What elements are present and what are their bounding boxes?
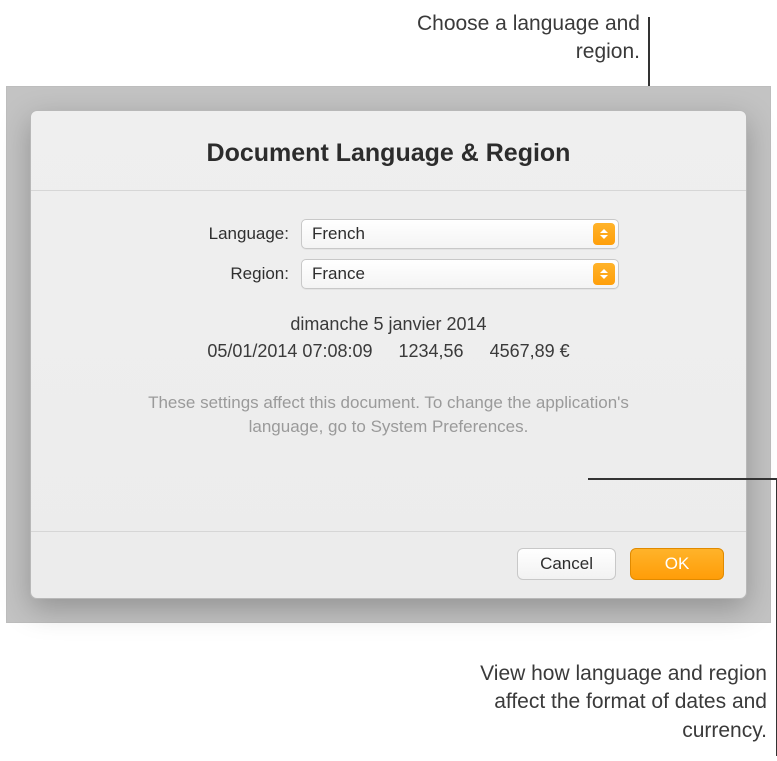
region-label: Region: — [71, 264, 301, 284]
callout-line — [588, 478, 777, 480]
screenshot-frame: Document Language & Region Language: Fre… — [6, 86, 771, 623]
callout-language-region: Choose a language and region. — [360, 10, 640, 67]
updown-chevron-icon — [593, 223, 615, 245]
language-select[interactable]: French — [301, 219, 619, 249]
callout-format-preview: View how language and region affect the … — [477, 660, 767, 745]
preview-number: 1234,56 — [399, 338, 464, 365]
language-row: Language: French — [71, 219, 706, 249]
ok-button[interactable]: OK — [630, 548, 724, 580]
dialog-content: Language: French Region: France dimanche… — [31, 191, 746, 531]
cancel-button[interactable]: Cancel — [517, 548, 616, 580]
dialog-title: Document Language & Region — [51, 139, 726, 168]
dialog-header: Document Language & Region — [31, 111, 746, 191]
format-preview: dimanche 5 janvier 2014 05/01/2014 07:08… — [71, 311, 706, 365]
language-label: Language: — [71, 224, 301, 244]
region-select[interactable]: France — [301, 259, 619, 289]
language-select-value: French — [312, 224, 365, 244]
dialog-footer: Cancel OK — [31, 531, 746, 598]
region-row: Region: France — [71, 259, 706, 289]
helper-text: These settings affect this document. To … — [71, 391, 706, 439]
preview-long-date: dimanche 5 janvier 2014 — [71, 311, 706, 338]
updown-chevron-icon — [593, 263, 615, 285]
region-select-value: France — [312, 264, 365, 284]
language-region-dialog: Document Language & Region Language: Fre… — [30, 110, 747, 599]
preview-datetime: 05/01/2014 07:08:09 — [207, 338, 372, 365]
preview-currency: 4567,89 € — [490, 338, 570, 365]
